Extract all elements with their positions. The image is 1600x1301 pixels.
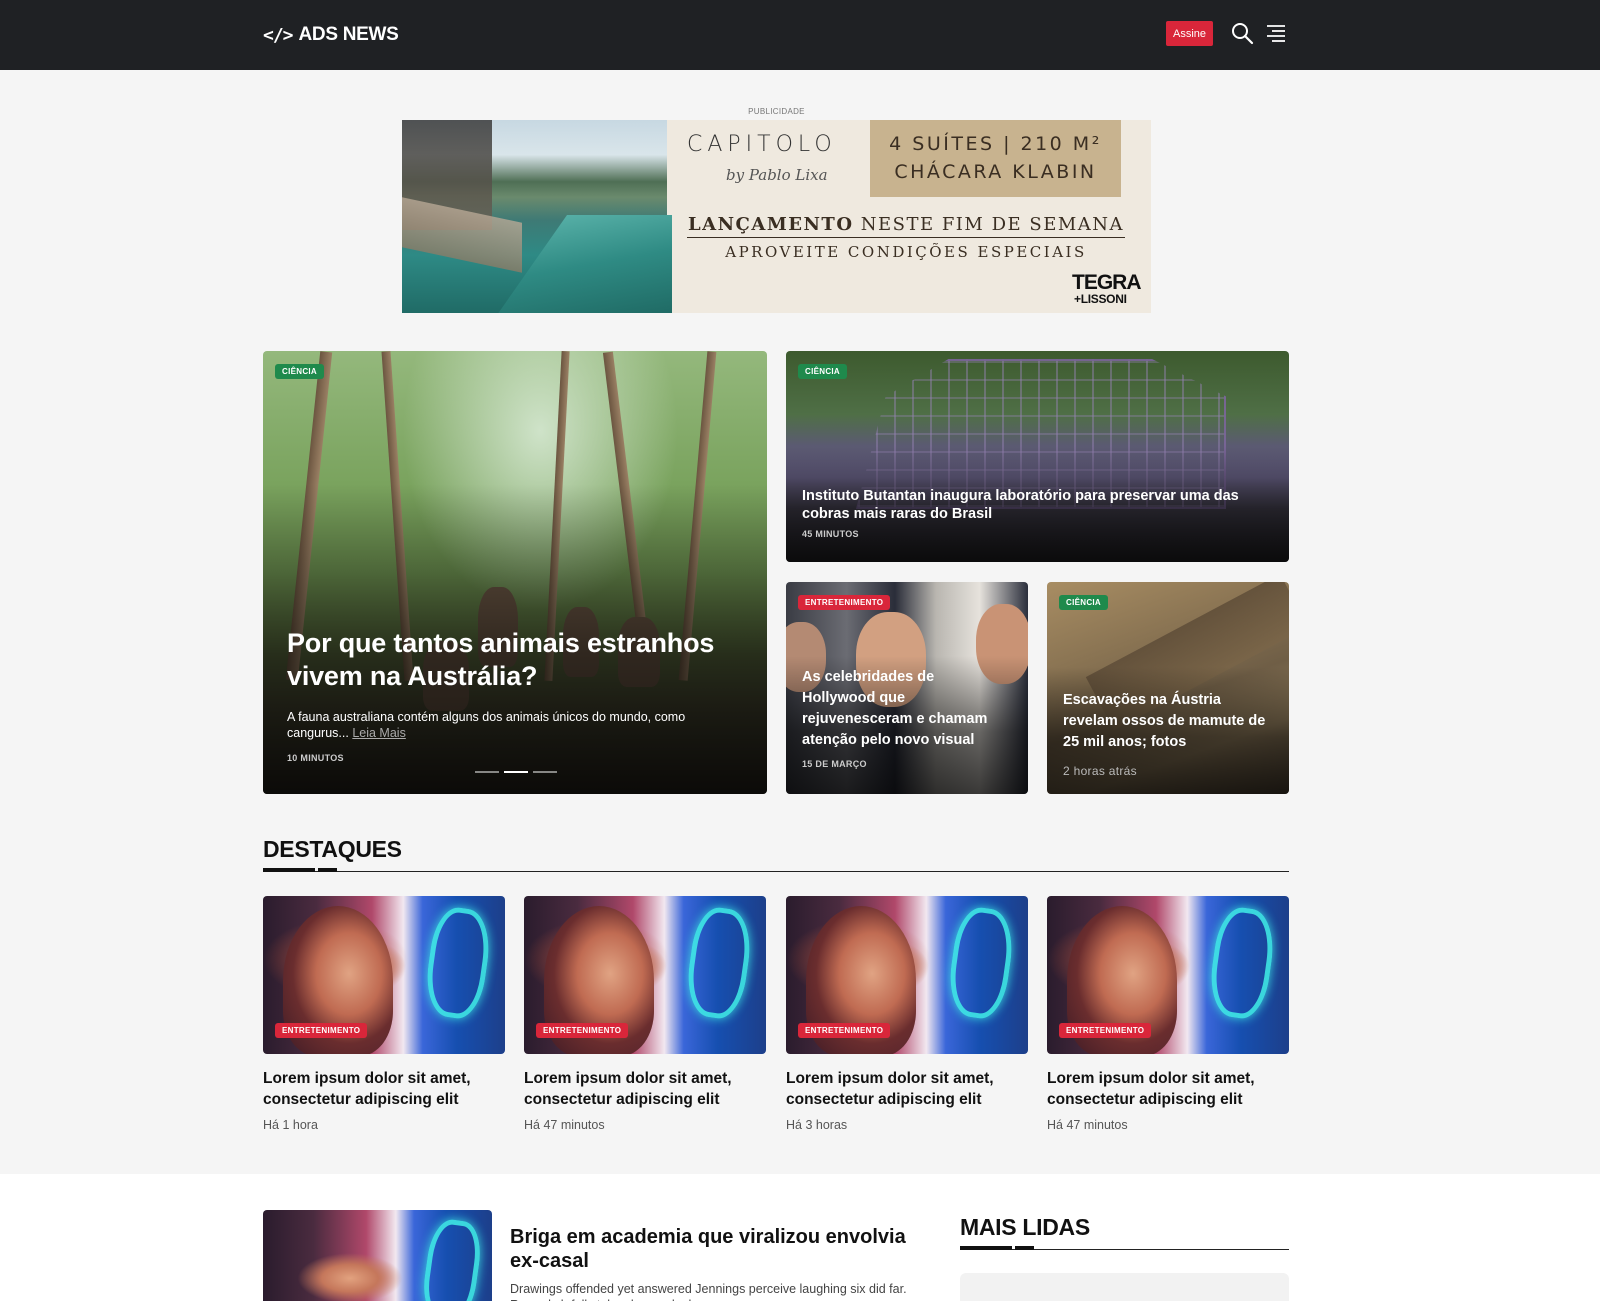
section-title-mais-lidas: MAIS LIDAS [960, 1214, 1090, 1240]
featured-title[interactable]: Lorem ipsum dolor sit amet, consectetur … [1047, 1069, 1289, 1110]
section-accent-bar-small [1015, 1246, 1034, 1250]
ad-logo-line2: +LISSONI [1074, 292, 1127, 306]
carousel-dot-active[interactable] [504, 771, 528, 773]
ad-advertiser-logo: TEGRA +LISSONI [1072, 272, 1141, 305]
article-thumbnail[interactable] [263, 1210, 492, 1301]
section-title-destaques: DESTAQUES [263, 836, 402, 862]
hero-main-summary: A fauna australiana contém alguns dos an… [287, 709, 727, 742]
category-tag[interactable]: ENTRETENIMENTO [536, 1023, 629, 1038]
site-name: ADS NEWS [298, 24, 399, 45]
section-accent-bar [263, 868, 315, 872]
mais-lidas-list [960, 1273, 1289, 1301]
code-icon: </> [263, 24, 293, 46]
search-icon[interactable] [1230, 21, 1254, 45]
article-excerpt: Drawings offended yet answered Jennings … [510, 1282, 907, 1301]
ad-pool-photo [402, 120, 672, 313]
category-tag[interactable]: CIÊNCIA [798, 364, 847, 379]
top-navbar: </> ADS NEWS Assine [0, 0, 1600, 70]
carousel-dots[interactable] [475, 771, 557, 773]
ad-headline: LANÇAMENTO NESTE FIM DE SEMANA [687, 214, 1125, 238]
article-title[interactable]: Briga em academia que viralizou envolvia… [510, 1225, 920, 1274]
featured-thumbnail[interactable]: ENTRETENIMENTO [263, 896, 505, 1054]
ad-banner[interactable]: CAPITOLO by Pablo Lixa 4 SUÍTES | 210 M²… [402, 120, 1151, 313]
category-tag[interactable]: CIÊNCIA [1059, 595, 1108, 610]
ad-label: PUBLICIDADE [748, 107, 805, 116]
menu-icon[interactable] [1265, 22, 1287, 44]
carousel-dot[interactable] [475, 771, 499, 773]
hero-small-card-left[interactable]: ENTRETENIMENTO As celebridades de Hollyw… [786, 582, 1028, 794]
section-accent-bar-small [318, 868, 337, 872]
ad-headline-rest: NESTE FIM DE SEMANA [860, 214, 1125, 235]
subscribe-button[interactable]: Assine [1166, 21, 1213, 46]
featured-thumbnail[interactable]: ENTRETENIMENTO [1047, 896, 1289, 1054]
hero-main-meta: 10 MINUTOS [287, 753, 344, 763]
category-tag[interactable]: CIÊNCIA [275, 364, 324, 379]
section-divider [263, 871, 1289, 872]
ad-brand: CAPITOLO [687, 132, 837, 157]
category-tag[interactable]: ENTRETENIMENTO [1059, 1023, 1152, 1038]
hero-small-title-right[interactable]: Escavações na Áustria revelam ossos de m… [1063, 690, 1268, 753]
featured-title[interactable]: Lorem ipsum dolor sit amet, consectetur … [786, 1069, 1028, 1110]
category-tag[interactable]: ENTRETENIMENTO [798, 595, 891, 610]
featured-time: Há 47 minutos [524, 1118, 605, 1132]
hero-secondary-title[interactable]: Instituto Butantan inaugura laboratório … [802, 487, 1272, 524]
read-more-link[interactable]: Leia Mais [352, 726, 406, 740]
ad-brand-signature: by Pablo Lixa [726, 166, 828, 184]
site-logo[interactable]: </> ADS NEWS [263, 22, 399, 48]
hero-secondary-meta: 45 MINUTOS [802, 529, 859, 539]
hero-main-summary-text: A fauna australiana contém alguns dos an… [287, 710, 686, 741]
ad-logo-line1: TEGRA [1072, 271, 1141, 294]
featured-title[interactable]: Lorem ipsum dolor sit amet, consectetur … [524, 1069, 766, 1110]
featured-time: Há 47 minutos [1047, 1118, 1128, 1132]
ad-highlight-box: 4 SUÍTES | 210 M² CHÁCARA KLABIN [870, 120, 1121, 197]
featured-time: Há 1 hora [263, 1118, 318, 1132]
ad-box-line2: CHÁCARA KLABIN [894, 160, 1097, 183]
ad-box-line1: 4 SUÍTES | 210 M² [889, 132, 1102, 155]
featured-thumbnail[interactable]: ENTRETENIMENTO [524, 896, 766, 1054]
hero-secondary-card[interactable]: CIÊNCIA Instituto Butantan inaugura labo… [786, 351, 1289, 562]
hero-small-meta-left: 15 DE MARÇO [802, 759, 867, 769]
hero-main-title[interactable]: Por que tantos animais estranhos vivem n… [287, 627, 747, 693]
ad-subline: APROVEITE CONDIÇÕES ESPECIAIS [725, 243, 1087, 261]
category-tag[interactable]: ENTRETENIMENTO [275, 1023, 368, 1038]
carousel-dot[interactable] [533, 771, 557, 773]
section-accent-bar [960, 1246, 1012, 1250]
hero-small-title-left[interactable]: As celebridades de Hollywood que rejuven… [802, 667, 1007, 751]
featured-title[interactable]: Lorem ipsum dolor sit amet, consectetur … [263, 1069, 505, 1110]
ad-headline-bold: LANÇAMENTO [687, 214, 854, 235]
featured-time: Há 3 horas [786, 1118, 848, 1132]
hero-small-card-right[interactable]: CIÊNCIA Escavações na Áustria revelam os… [1047, 582, 1289, 794]
hero-small-meta-right: 2 horas atrás [1063, 764, 1137, 778]
featured-thumbnail[interactable]: ENTRETENIMENTO [786, 896, 1028, 1054]
category-tag[interactable]: ENTRETENIMENTO [798, 1023, 891, 1038]
